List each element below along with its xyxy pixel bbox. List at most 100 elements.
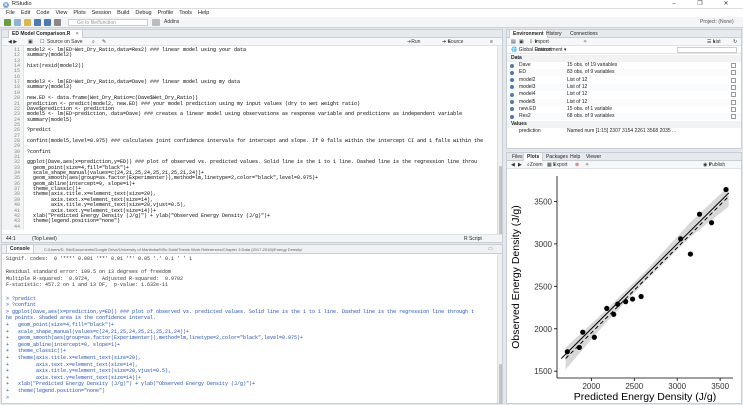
new-file-icon[interactable] xyxy=(4,19,11,26)
close-window-button[interactable]: ✕ xyxy=(716,0,736,9)
console-scrollbar[interactable] xyxy=(497,254,502,404)
save-icon[interactable] xyxy=(34,19,41,26)
console-scroll-thumb[interactable] xyxy=(499,364,502,404)
scope-indicator[interactable]: (Top Level) xyxy=(32,236,57,242)
tab-viewer[interactable]: Viewer xyxy=(583,153,604,161)
menu-code[interactable]: Code xyxy=(36,10,49,16)
open-file-icon[interactable] xyxy=(24,19,31,26)
working-directory-path[interactable]: C:/Users/D. Ste/Documents/Google Drive/U… xyxy=(44,247,484,252)
env-search-input[interactable] xyxy=(677,47,737,53)
source-button[interactable]: ➜ Source ▾ xyxy=(442,38,463,46)
addins-button[interactable]: Addins xyxy=(164,19,179,26)
menu-help[interactable]: Help xyxy=(198,10,209,16)
code-line[interactable]: summary(model2) xyxy=(27,52,72,58)
expand-icon[interactable] xyxy=(510,70,514,75)
view-grid-icon[interactable] xyxy=(731,114,736,120)
list-view-dropdown[interactable]: ☰ List ▾ xyxy=(707,38,721,46)
view-grid-icon[interactable] xyxy=(731,84,736,90)
code-line[interactable]: ?predict xyxy=(27,127,51,133)
env-row-model5[interactable]: model5 List of 12 xyxy=(507,98,741,106)
menu-debug[interactable]: Debug xyxy=(135,10,151,16)
open-workspace-icon[interactable]: ▤ xyxy=(511,38,516,46)
view-grid-icon[interactable] xyxy=(731,99,736,105)
search-icon[interactable]: ⌕ xyxy=(92,38,95,46)
tab-plots[interactable]: Plots xyxy=(523,153,544,161)
code-line[interactable]: ?confint xyxy=(27,149,51,155)
view-grid-icon[interactable] xyxy=(731,106,736,112)
wand-icon[interactable]: ✎ xyxy=(102,38,106,46)
menu-plots[interactable]: Plots xyxy=(73,10,85,16)
tab-console[interactable]: Console xyxy=(6,245,34,253)
env-row-ed[interactable]: ED 83 obs. of 9 variables xyxy=(507,69,741,77)
view-grid-icon[interactable] xyxy=(731,92,736,98)
view-grid-icon[interactable] xyxy=(731,77,736,83)
save-all-icon[interactable] xyxy=(44,19,51,26)
minimize-button[interactable]: – xyxy=(664,0,684,9)
tab-history[interactable]: History xyxy=(543,30,565,38)
expand-icon[interactable] xyxy=(510,85,514,90)
code-line[interactable]: theme(legend.position="none") xyxy=(27,218,120,224)
back-arrow-icon[interactable]: ◀ ▶ xyxy=(8,38,17,46)
save-editor-icon[interactable]: ▣ xyxy=(28,38,33,46)
menu-session[interactable]: Session xyxy=(92,10,112,16)
tab-close-icon[interactable]: × xyxy=(76,31,79,37)
expand-icon[interactable] xyxy=(510,92,514,97)
code-line[interactable]: summary(model5) xyxy=(27,117,72,123)
project-menu[interactable]: Project: (None) xyxy=(700,19,734,26)
new-project-icon[interactable] xyxy=(14,19,21,26)
next-plot-icon[interactable]: ▶ xyxy=(518,161,522,169)
zoom-button[interactable]: ⌕ Zoom xyxy=(527,161,543,169)
expand-icon[interactable] xyxy=(510,78,514,83)
expand-icon[interactable] xyxy=(510,107,514,112)
goto-file-input[interactable]: Go to file/function xyxy=(68,19,148,26)
env-row-model3[interactable]: model3 List of 12 xyxy=(507,83,741,91)
refresh-icon[interactable]: ↻ xyxy=(733,38,737,46)
remove-plot-icon[interactable]: ⊗ xyxy=(575,161,579,169)
publish-button[interactable]: ◉ Publish ▾ xyxy=(703,161,725,169)
export-button[interactable]: ▦ Export ▾ xyxy=(547,161,568,169)
tab-help[interactable]: Help xyxy=(567,153,583,161)
env-row-dave[interactable]: Dave 15 obs. of 19 variables xyxy=(507,62,741,69)
view-grid-icon[interactable] xyxy=(731,63,736,68)
view-grid-icon[interactable] xyxy=(731,70,736,76)
broom-icon[interactable]: ✧ xyxy=(583,38,587,46)
menu-file[interactable]: File xyxy=(6,10,15,16)
env-value-row[interactable]: prediction Named num [1:15] 2307 3154 226… xyxy=(507,128,741,135)
editor-scroll-thumb[interactable] xyxy=(499,166,502,236)
clear-plots-icon[interactable]: ✧ xyxy=(585,161,589,169)
import-dataset-button[interactable]: ⇩ Import Dataset ▾ xyxy=(529,38,552,53)
file-type-indicator[interactable]: R Script xyxy=(464,236,482,242)
expand-icon[interactable] xyxy=(510,100,514,104)
print-icon[interactable] xyxy=(54,19,61,26)
expand-icon[interactable] xyxy=(510,114,514,119)
source-on-save-checkbox[interactable]: ☐ xyxy=(40,38,44,46)
data-point xyxy=(678,236,684,242)
editor-scrollbar[interactable] xyxy=(497,46,502,236)
save-workspace-icon[interactable]: ▣ xyxy=(519,38,524,46)
y-tick-label: 3500 xyxy=(534,197,552,206)
prev-plot-icon[interactable]: ◀ xyxy=(511,161,515,169)
env-row-model2[interactable]: model2 List of 12 xyxy=(507,77,741,84)
tab-environment[interactable]: Environment xyxy=(509,30,548,38)
env-row-new-ed[interactable]: new.ED 15 obs. of 1 variable xyxy=(507,106,741,113)
run-button[interactable]: ➜ Run xyxy=(407,38,420,46)
code-tools-icon[interactable] xyxy=(152,19,160,26)
editor-menu-icon[interactable]: ≡ xyxy=(490,38,493,46)
menu-edit[interactable]: Edit xyxy=(21,10,30,16)
global-env-dropdown[interactable]: 🌐 Global Environment ▾ xyxy=(511,46,566,54)
env-row-res2[interactable]: Res2 68 obs. of 9 variables xyxy=(507,113,741,121)
menu-view[interactable]: View xyxy=(56,10,68,16)
code-line[interactable]: summary(model3) xyxy=(27,84,72,90)
code-line[interactable]: hist(resid(model2)) xyxy=(27,63,84,69)
tab-ed-model-comparison[interactable]: ED Model Comparison.R × xyxy=(8,30,83,38)
menu-build[interactable]: Build xyxy=(117,10,129,16)
env-row-model4[interactable]: model4 List of 12 xyxy=(507,91,741,98)
tab-connections[interactable]: Connections xyxy=(567,30,601,38)
menu-tools[interactable]: Tools xyxy=(179,10,192,16)
console-minimize-icon[interactable]: ▭ xyxy=(488,246,493,252)
expand-icon[interactable] xyxy=(510,63,514,68)
code-line[interactable]: model5 <- lm(ED~prediction, data=Dave) #… xyxy=(27,111,462,117)
menu-profile[interactable]: Profile xyxy=(158,10,174,16)
code-line[interactable]: confint(model5,level=0.975) ### calculat… xyxy=(27,138,483,144)
maximize-button[interactable]: ❐ xyxy=(690,0,710,9)
